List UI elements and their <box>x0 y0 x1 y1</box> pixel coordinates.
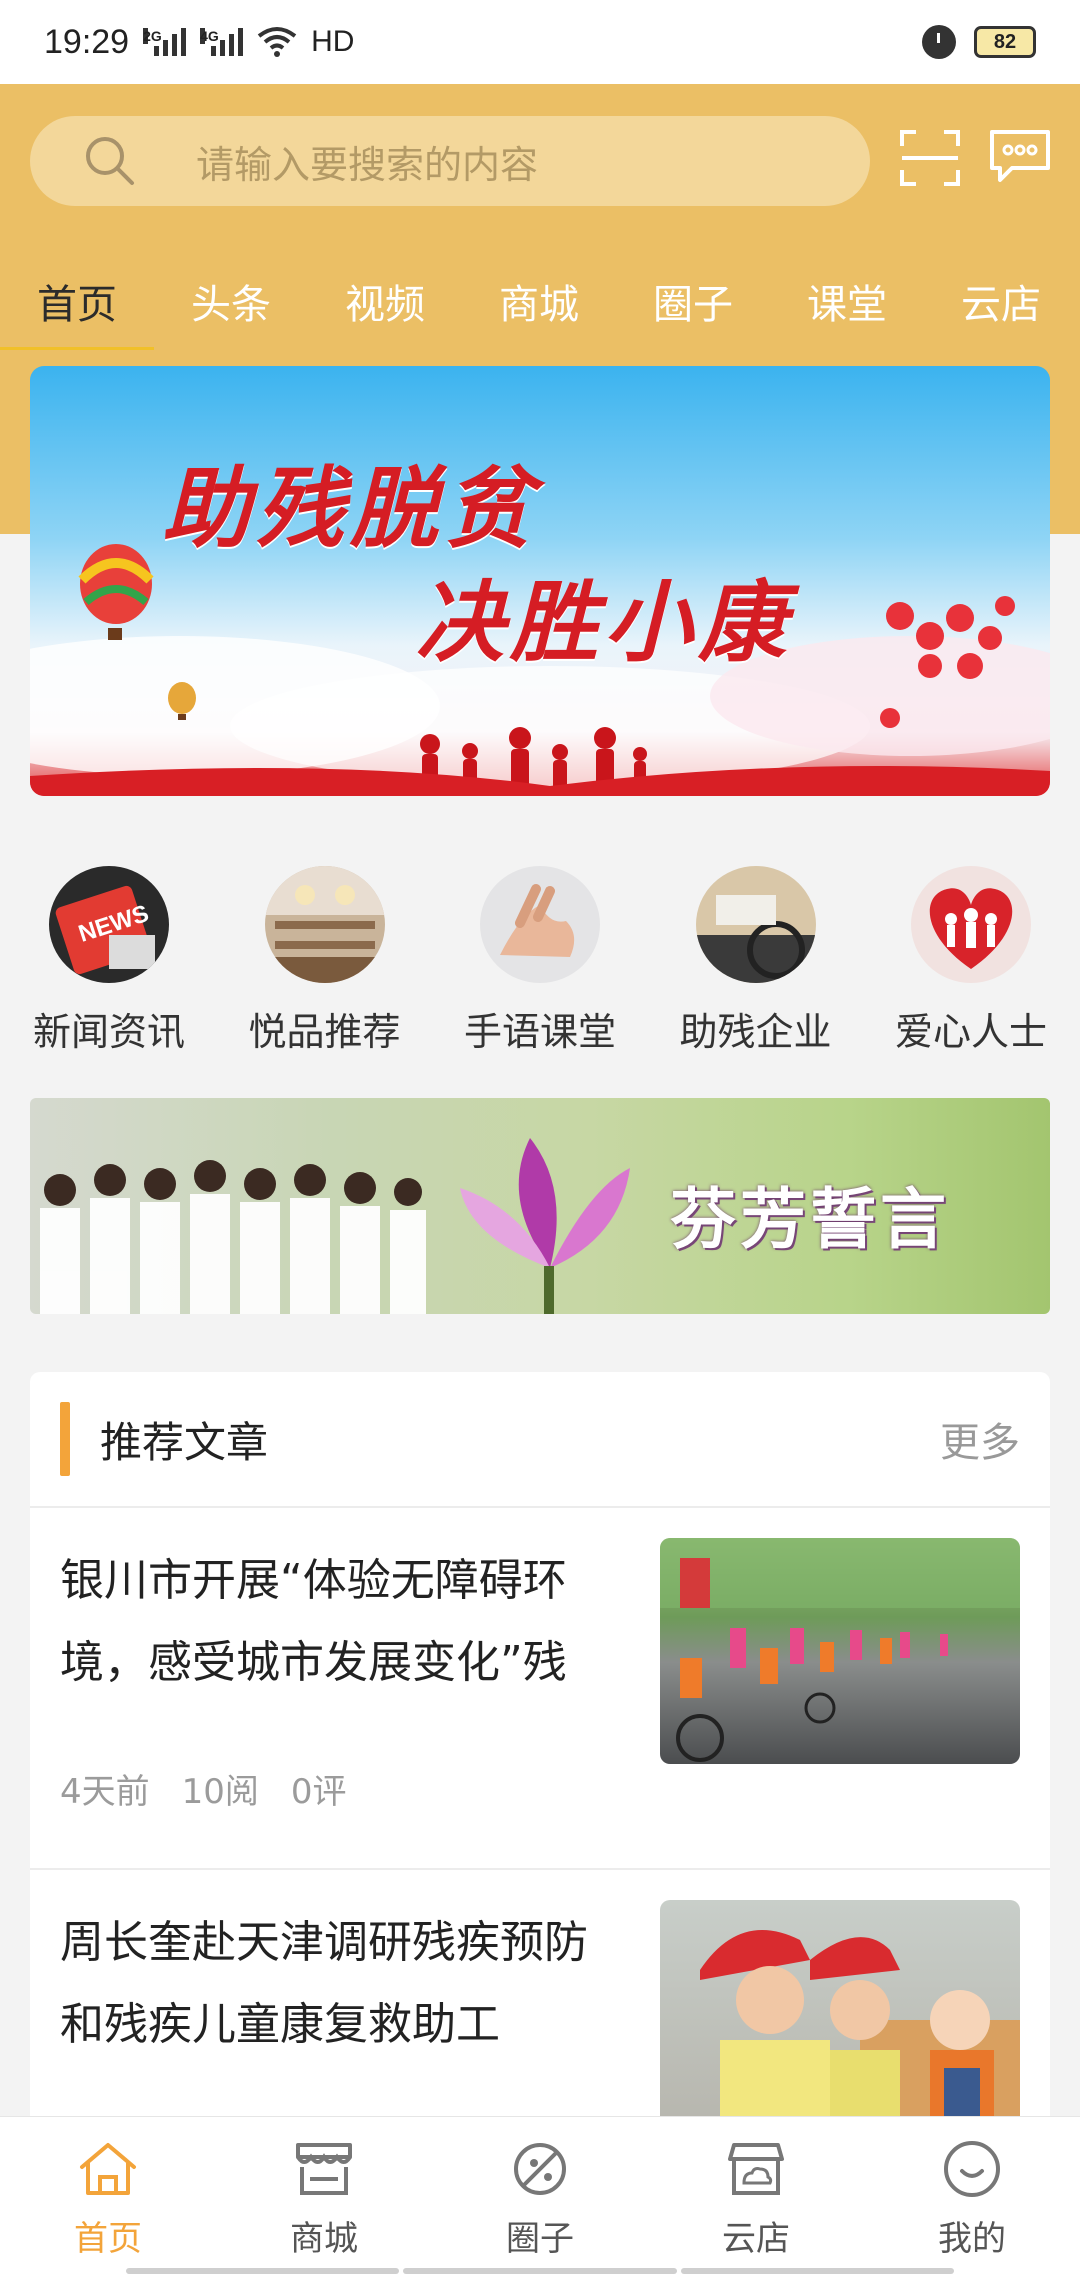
article-time: 4天前 <box>60 1772 150 1812</box>
category-news[interactable]: NEWS 新闻资讯 <box>22 866 196 1056</box>
home-icon <box>80 2143 136 2195</box>
nav-home[interactable]: 首页 <box>0 2137 216 2260</box>
hero-banner[interactable]: 助残脱贫 决胜小康 <box>30 366 1050 796</box>
tab-home[interactable]: 首页 <box>0 260 154 350</box>
nav-profile[interactable]: 我的 <box>864 2137 1080 2260</box>
search-placeholder: 请输入要搜索的内容 <box>196 142 539 187</box>
category-enterprise[interactable]: 助残企业 <box>669 866 843 1056</box>
news-icon: NEWS <box>49 866 169 983</box>
nav-label: 首页 <box>74 2219 142 2259</box>
sign-language-icon <box>480 866 600 983</box>
article-meta: 4天前 10阅 0评 <box>60 1764 347 1813</box>
heart-people-icon <box>911 866 1031 983</box>
nav-label: 商城 <box>290 2219 358 2259</box>
hot-air-balloon-icon <box>78 544 154 640</box>
article-thumbnail <box>660 1900 1020 2126</box>
tab-mall[interactable]: 商城 <box>462 260 616 350</box>
recommend-header: 推荐文章 更多 <box>30 1372 1050 1508</box>
wifi-icon <box>257 27 297 57</box>
top-tabs: 首页 头条 视频 商城 圈子 课堂 云店 <box>0 260 1080 350</box>
category-label: 手语课堂 <box>463 1010 616 1054</box>
tab-class[interactable]: 课堂 <box>770 260 924 350</box>
sim2-label: 4G <box>200 28 219 44</box>
article-title: 周长奎赴天津调研残疾预防和残疾儿童康复救助工 <box>60 1917 588 2050</box>
nav-circle[interactable]: 圈子 <box>432 2137 648 2260</box>
category-sign-language[interactable]: 手语课堂 <box>453 866 627 1056</box>
nav-label: 我的 <box>938 2219 1006 2259</box>
nav-cloud-shop[interactable]: 云店 <box>648 2137 864 2260</box>
article-item[interactable]: 银川市开展“体验无障碍环境，感受城市发展变化”残 4天前 10阅 0评 <box>30 1508 1050 1870</box>
nav-label: 圈子 <box>506 2219 574 2259</box>
magnolia-flower-icon <box>460 1138 630 1314</box>
status-right: 82 <box>922 25 1036 59</box>
gesture-bar <box>126 2268 954 2274</box>
battery-level: 82 <box>993 30 1017 53</box>
article-comments: 0评 <box>290 1772 347 1812</box>
tab-video[interactable]: 视频 <box>308 260 462 350</box>
recommend-title-wrap: 推荐文章 <box>60 1402 268 1476</box>
bottom-nav: 首页 商城 圈子 云店 我的 <box>0 2116 1080 2280</box>
tab-cloud-shop[interactable]: 云店 <box>924 260 1078 350</box>
article-item[interactable]: 周长奎赴天津调研残疾预防和残疾儿童康复救助工 <box>30 1870 1050 2132</box>
message-icon[interactable] <box>988 124 1052 188</box>
alarm-icon <box>922 25 956 59</box>
pledge-banner[interactable]: 芬芳誓言 <box>30 1098 1050 1314</box>
sim1-label: 2G <box>143 28 162 44</box>
article-thumbnail <box>660 1538 1020 1764</box>
status-left: 19:29 2G 4G HD <box>44 23 354 62</box>
status-bar: 19:29 2G 4G HD 82 <box>0 0 1080 84</box>
enterprise-icon <box>695 866 816 983</box>
cloud-shop-icon <box>728 2143 784 2195</box>
nav-label: 云店 <box>722 2219 790 2259</box>
category-kind-people[interactable]: 爱心人士 <box>884 866 1058 1056</box>
profile-icon <box>944 2141 1000 2197</box>
section-accent-bar <box>60 1402 70 1476</box>
search-icon <box>86 137 134 185</box>
section-title: 推荐文章 <box>100 1417 269 1467</box>
signal-icon-2: 4G <box>200 28 244 56</box>
battery-icon: 82 <box>974 26 1036 58</box>
tab-circle[interactable]: 圈子 <box>616 260 770 350</box>
search-input[interactable]: 请输入要搜索的内容 <box>30 116 870 206</box>
category-label: 新闻资讯 <box>32 1010 185 1054</box>
more-link[interactable]: 更多 <box>940 1410 1020 1468</box>
article-title: 银川市开展“体验无障碍环境，感受城市发展变化”残 <box>60 1555 567 1688</box>
hero-title-line2: 决胜小康 <box>416 570 793 674</box>
signal-icon: 2G <box>143 28 187 56</box>
category-label: 爱心人士 <box>894 1010 1047 1054</box>
hero-title-line1: 助残脱贫 <box>162 456 539 560</box>
category-label: 悦品推荐 <box>248 1010 401 1054</box>
status-time: 19:29 <box>44 22 130 61</box>
store-icon <box>296 2143 352 2195</box>
category-label: 助残企业 <box>679 1010 832 1054</box>
pledge-title: 芬芳誓言 <box>670 1181 950 1258</box>
nav-store[interactable]: 商城 <box>216 2137 432 2260</box>
category-recommend[interactable]: 悦品推荐 <box>238 866 412 1056</box>
hd-label: HD <box>311 25 355 58</box>
category-grid: NEWS 新闻资讯 悦品推荐 手语课堂 助残企业 爱心人士 <box>0 866 1080 1056</box>
mall-icon <box>264 866 385 983</box>
article-reads: 10阅 <box>181 1772 259 1812</box>
tab-headlines[interactable]: 头条 <box>154 260 308 350</box>
recommend-section: 推荐文章 更多 银川市开展“体验无障碍环境，感受城市发展变化”残 4天前 10阅… <box>30 1372 1050 2132</box>
scan-icon[interactable] <box>898 126 962 190</box>
circle-icon <box>514 2143 566 2195</box>
